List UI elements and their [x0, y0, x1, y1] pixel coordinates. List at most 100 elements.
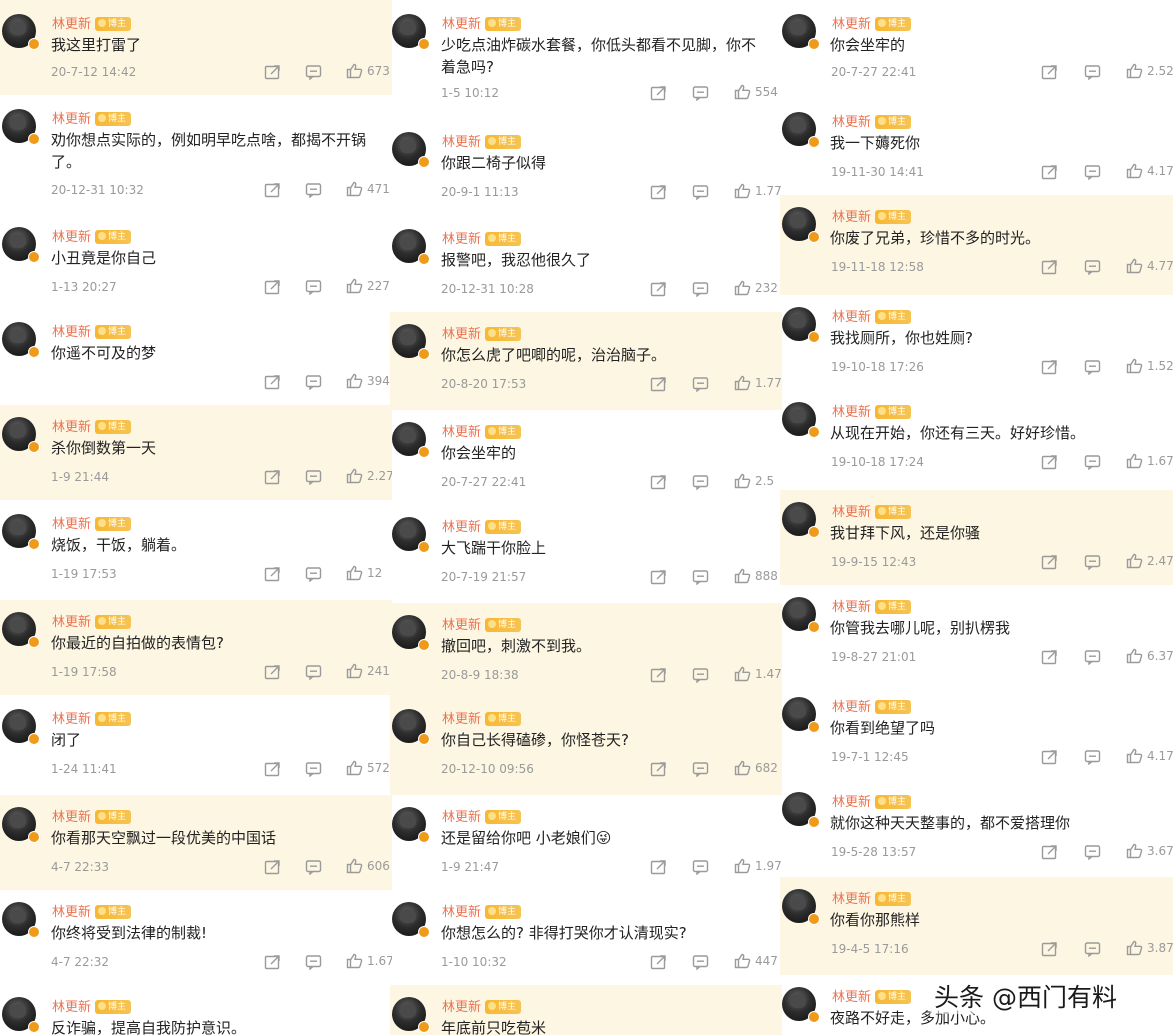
like-button[interactable]: 572 [346, 760, 390, 776]
username[interactable]: 林更新 博主 [52, 226, 132, 245]
comment-button[interactable] [692, 85, 709, 101]
comment-button[interactable] [692, 954, 709, 970]
username[interactable]: 林更新 博主 [442, 614, 522, 633]
share-button[interactable] [264, 279, 281, 295]
username[interactable]: 林更新 博主 [442, 421, 522, 440]
avatar[interactable] [392, 615, 430, 651]
like-button[interactable]: 2.47 [1126, 553, 1173, 569]
share-button[interactable] [650, 281, 667, 297]
avatar[interactable] [782, 987, 820, 1023]
avatar[interactable] [392, 422, 430, 458]
like-button[interactable]: 888 [734, 568, 778, 584]
avatar[interactable] [782, 502, 820, 538]
like-button[interactable]: 1.67 [346, 953, 392, 969]
like-button[interactable]: 1.52 [1126, 358, 1173, 374]
avatar[interactable] [782, 14, 820, 50]
comment-button[interactable] [305, 954, 322, 970]
username[interactable]: 林更新 博主 [52, 321, 132, 340]
comment-button[interactable] [692, 376, 709, 392]
username[interactable]: 林更新 博主 [442, 901, 522, 920]
like-button[interactable]: 4.17 [1126, 163, 1173, 179]
comment-button[interactable] [1084, 941, 1101, 957]
username[interactable]: 林更新 博主 [442, 708, 522, 727]
username[interactable]: 林更新 博主 [52, 996, 132, 1015]
comment-button[interactable] [692, 859, 709, 875]
share-button[interactable] [264, 859, 281, 875]
username[interactable]: 林更新 博主 [832, 501, 912, 520]
username[interactable]: 林更新 博主 [832, 13, 912, 32]
like-button[interactable]: 1.67 [1126, 453, 1173, 469]
avatar[interactable] [392, 902, 430, 938]
avatar[interactable] [392, 517, 430, 553]
username[interactable]: 林更新 博主 [52, 901, 132, 920]
username[interactable]: 林更新 博主 [832, 111, 912, 130]
like-button[interactable]: 3.87 [1126, 940, 1173, 956]
like-button[interactable]: 12 [346, 565, 382, 581]
avatar[interactable] [782, 307, 820, 343]
username[interactable]: 林更新 博主 [52, 108, 132, 127]
avatar[interactable] [2, 514, 40, 550]
like-button[interactable]: 673 [346, 63, 390, 79]
share-button[interactable] [1041, 454, 1058, 470]
share-button[interactable] [1041, 649, 1058, 665]
username[interactable]: 林更新 博主 [52, 708, 132, 727]
comment-button[interactable] [1084, 554, 1101, 570]
avatar[interactable] [392, 324, 430, 360]
avatar[interactable] [782, 402, 820, 438]
share-button[interactable] [1041, 259, 1058, 275]
username[interactable]: 林更新 博主 [832, 306, 912, 325]
comment-button[interactable] [1084, 749, 1101, 765]
avatar[interactable] [782, 207, 820, 243]
share-button[interactable] [650, 376, 667, 392]
share-button[interactable] [650, 474, 667, 490]
like-button[interactable]: 1.77 [734, 375, 782, 391]
like-button[interactable]: 471 [346, 181, 390, 197]
like-button[interactable]: 4.17 [1126, 748, 1173, 764]
share-button[interactable] [264, 469, 281, 485]
like-button[interactable]: 2.52 [1126, 63, 1173, 79]
share-button[interactable] [264, 64, 281, 80]
avatar[interactable] [2, 709, 40, 745]
avatar[interactable] [2, 417, 40, 453]
comment-button[interactable] [1084, 359, 1101, 375]
share-button[interactable] [264, 374, 281, 390]
comment-button[interactable] [692, 281, 709, 297]
comment-button[interactable] [1084, 164, 1101, 180]
comment-button[interactable] [305, 182, 322, 198]
share-button[interactable] [650, 569, 667, 585]
avatar[interactable] [2, 902, 40, 938]
username[interactable]: 林更新 博主 [442, 13, 522, 32]
share-button[interactable] [264, 182, 281, 198]
username[interactable]: 林更新 博主 [832, 596, 912, 615]
username[interactable]: 林更新 博主 [52, 13, 132, 32]
share-button[interactable] [264, 566, 281, 582]
like-button[interactable]: 554 [734, 84, 778, 100]
comment-button[interactable] [305, 374, 322, 390]
username[interactable]: 林更新 博主 [52, 806, 132, 825]
avatar[interactable] [392, 132, 430, 168]
avatar[interactable] [782, 889, 820, 925]
username[interactable]: 林更新 博主 [52, 513, 132, 532]
share-button[interactable] [1041, 749, 1058, 765]
share-button[interactable] [1041, 164, 1058, 180]
comment-button[interactable] [1084, 649, 1101, 665]
avatar[interactable] [392, 14, 430, 50]
username[interactable]: 林更新 博主 [442, 228, 522, 247]
comment-button[interactable] [305, 859, 322, 875]
share-button[interactable] [650, 859, 667, 875]
share-button[interactable] [264, 954, 281, 970]
like-button[interactable]: 1.77 [734, 183, 782, 199]
share-button[interactable] [650, 761, 667, 777]
comment-button[interactable] [305, 64, 322, 80]
avatar[interactable] [782, 112, 820, 148]
avatar[interactable] [782, 697, 820, 733]
username[interactable]: 林更新 博主 [832, 888, 912, 907]
avatar[interactable] [2, 807, 40, 843]
avatar[interactable] [392, 997, 430, 1033]
comment-button[interactable] [1084, 844, 1101, 860]
share-button[interactable] [650, 667, 667, 683]
share-button[interactable] [264, 761, 281, 777]
share-button[interactable] [1041, 554, 1058, 570]
share-button[interactable] [650, 184, 667, 200]
comment-button[interactable] [305, 566, 322, 582]
